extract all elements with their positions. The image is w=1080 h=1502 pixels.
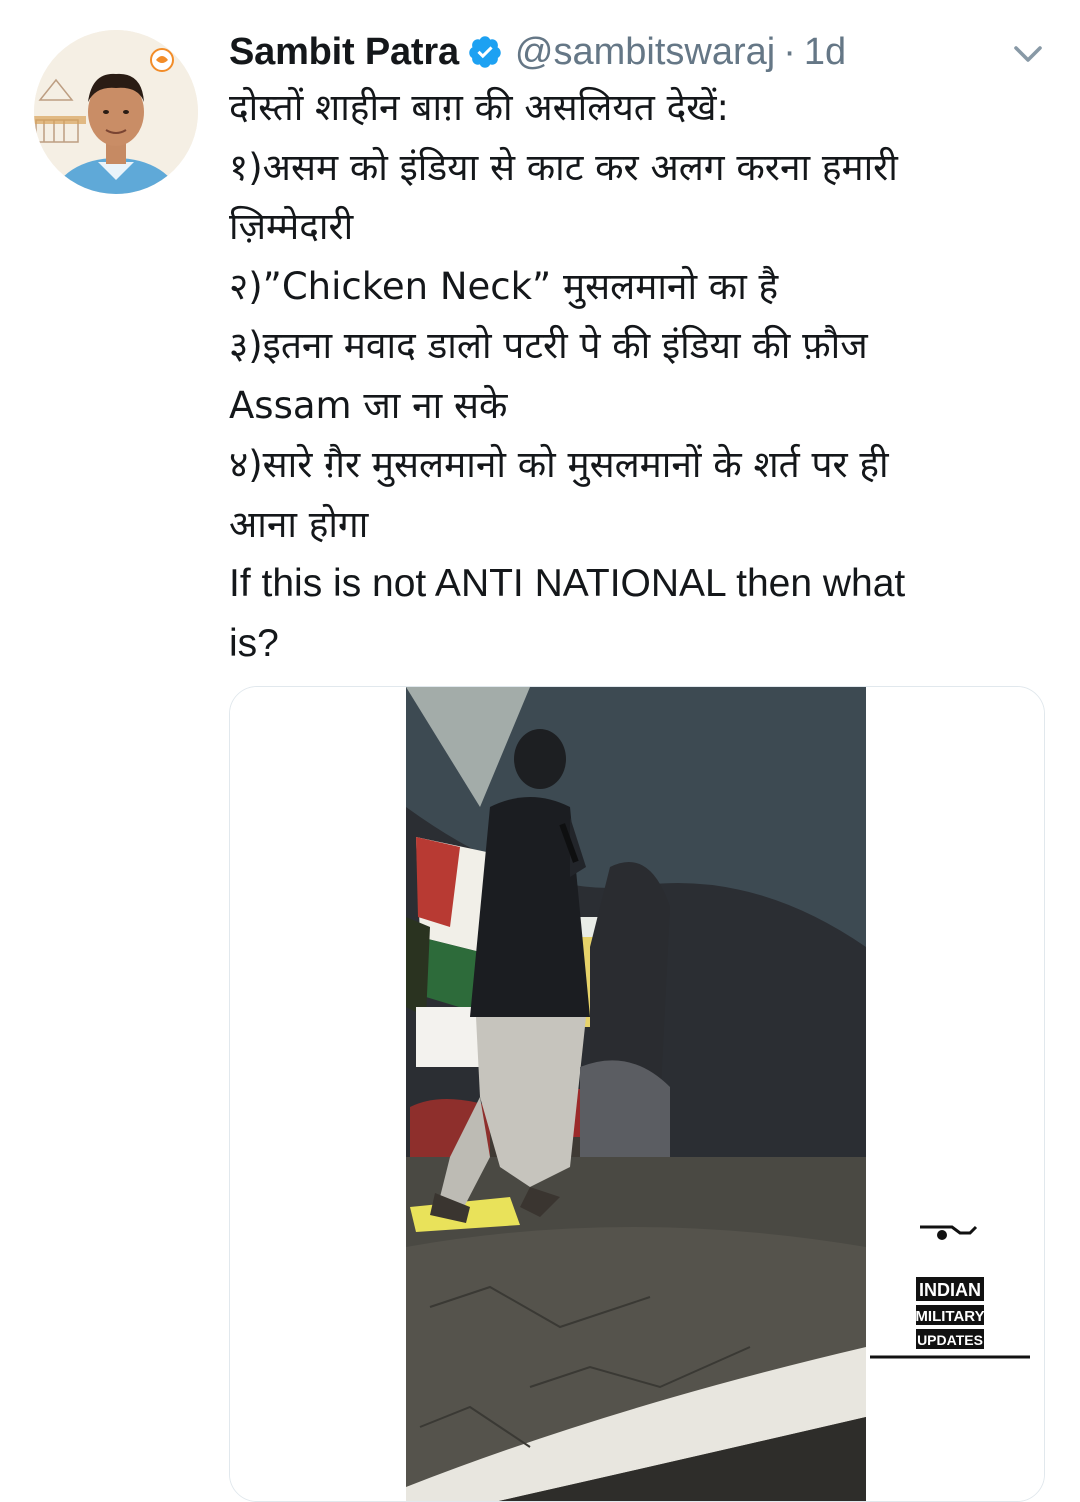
watermark-line: UPDATES (917, 1332, 983, 1348)
tweet-timestamp[interactable]: 1d (804, 31, 846, 74)
video-frame (406, 687, 866, 1501)
tweet-line: If this is not ANTI NATIONAL then what (229, 562, 906, 605)
tweet-header: Sambit Patra @sambitswaraj · 1d (229, 24, 846, 80)
tweet-line: २)”Chicken Neck” मुसलमानो का है (229, 264, 779, 308)
avatar[interactable] (34, 30, 198, 194)
watermark-line: MILITARY (915, 1308, 984, 1325)
tweet[interactable]: Sambit Patra @sambitswaraj · 1d दोस्तों … (0, 0, 1080, 1502)
tweet-line: Assam जा ना सके (229, 383, 508, 427)
video-media[interactable]: INDIAN MILITARY UPDATES (229, 686, 1045, 1502)
author-handle[interactable]: @sambitswaraj (515, 31, 775, 74)
tweet-line: ज़िम्मेदारी (229, 205, 354, 248)
author-name[interactable]: Sambit Patra (229, 31, 459, 74)
tweet-line: ४)सारे ग़ैर मुसलमानो को मुसलमानों के शर्… (229, 443, 889, 486)
tweet-line: is? (229, 621, 279, 665)
watermark-line: INDIAN (919, 1280, 981, 1300)
tweet-line: आना होगा (229, 502, 369, 546)
tweet-line: ३)इतना मवाद डालो पटरी पे की इंडिया की फ़… (229, 324, 868, 367)
chevron-down-icon[interactable] (1010, 36, 1046, 72)
tweet-text: दोस्तों शाहीन बाग़ की असलियत देखें: १)अस… (229, 78, 1049, 673)
separator-dot: · (783, 30, 796, 73)
tweet-line: दोस्तों शाहीन बाग़ की असलियत देखें: (229, 86, 730, 129)
tweet-line: १)असम को इंडिया से काट कर अलग करना हमारी (229, 145, 898, 189)
verified-badge-icon (469, 36, 501, 68)
